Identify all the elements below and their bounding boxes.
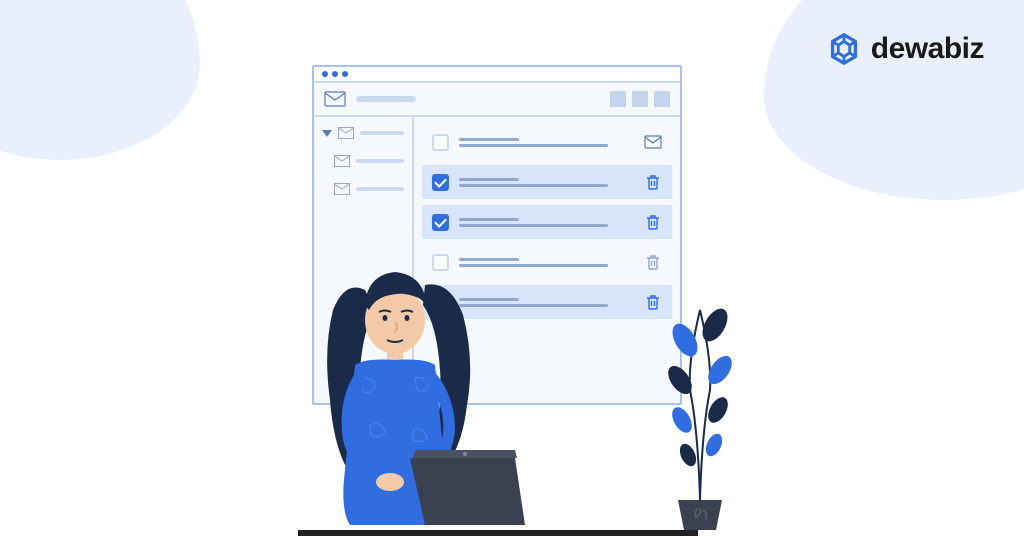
checkbox-checked[interactable] (432, 174, 449, 191)
envelope-icon[interactable] (644, 133, 662, 151)
message-row[interactable] (422, 125, 672, 159)
person-illustration (295, 230, 575, 530)
plant-illustration (640, 250, 760, 530)
envelope-icon (334, 183, 350, 195)
checkbox-checked[interactable] (432, 214, 449, 231)
chevron-down-icon (322, 130, 332, 137)
toolbar-placeholder-line (356, 96, 416, 102)
trash-icon[interactable] (644, 173, 662, 191)
envelope-icon (334, 155, 350, 167)
decorative-blob-top-left (0, 0, 200, 160)
window-dot[interactable] (342, 71, 348, 77)
sidebar-item[interactable] (322, 155, 404, 167)
logo-icon (825, 30, 863, 68)
toolbar (314, 83, 680, 117)
window-titlebar (314, 67, 680, 83)
view-switcher (610, 91, 670, 107)
trash-icon[interactable] (644, 213, 662, 231)
checkbox[interactable] (432, 134, 449, 151)
logo-text: dewabiz (871, 32, 984, 66)
envelope-icon (324, 91, 346, 107)
window-dot[interactable] (322, 71, 328, 77)
view-option[interactable] (654, 91, 670, 107)
view-option[interactable] (610, 91, 626, 107)
window-dot[interactable] (332, 71, 338, 77)
sidebar-item[interactable] (322, 127, 404, 139)
message-row[interactable] (422, 165, 672, 199)
envelope-icon (338, 127, 354, 139)
brand-logo: dewabiz (825, 30, 984, 68)
view-option[interactable] (632, 91, 648, 107)
desk-surface (298, 530, 698, 536)
sidebar-item[interactable] (322, 183, 404, 195)
